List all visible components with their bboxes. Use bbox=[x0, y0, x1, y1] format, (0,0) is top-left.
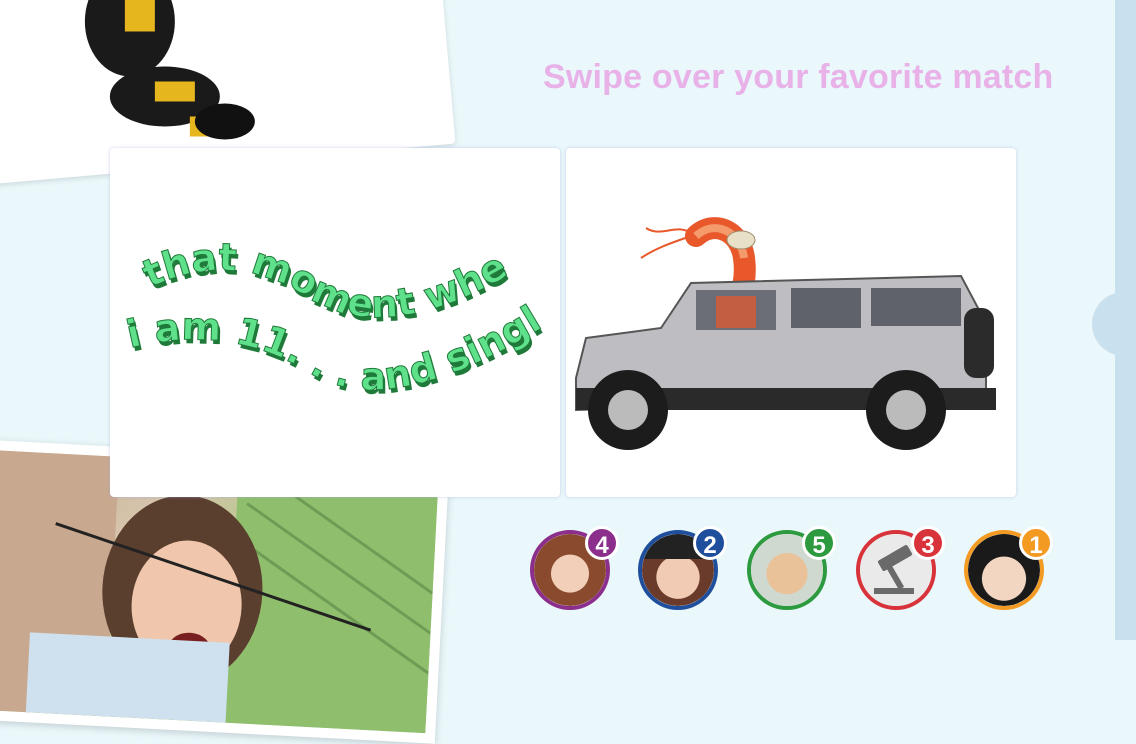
match-count-badge: 5 bbox=[802, 526, 836, 560]
match-card-right[interactable] bbox=[566, 148, 1016, 497]
next-panel-tab[interactable] bbox=[1092, 292, 1136, 356]
match-count-badge: 3 bbox=[911, 526, 945, 560]
match-count-badge: 1 bbox=[1019, 526, 1053, 560]
meme-text-art: that moment when that moment when i am 1… bbox=[110, 148, 550, 403]
match-count-badge: 2 bbox=[693, 526, 727, 560]
page-title: Swipe over your favorite match bbox=[543, 58, 1054, 96]
match-card-left[interactable]: that moment when that moment when i am 1… bbox=[110, 148, 560, 497]
match-avatars: 4 2 5 3 1 bbox=[530, 526, 1090, 620]
match-count-badge: 4 bbox=[585, 526, 619, 560]
meme-line-1: that moment when bbox=[110, 148, 514, 327]
hummer-shrimp-image bbox=[575, 217, 996, 450]
svg-text:that moment when: that moment when bbox=[110, 148, 514, 327]
hummer-car-icon bbox=[575, 274, 996, 450]
